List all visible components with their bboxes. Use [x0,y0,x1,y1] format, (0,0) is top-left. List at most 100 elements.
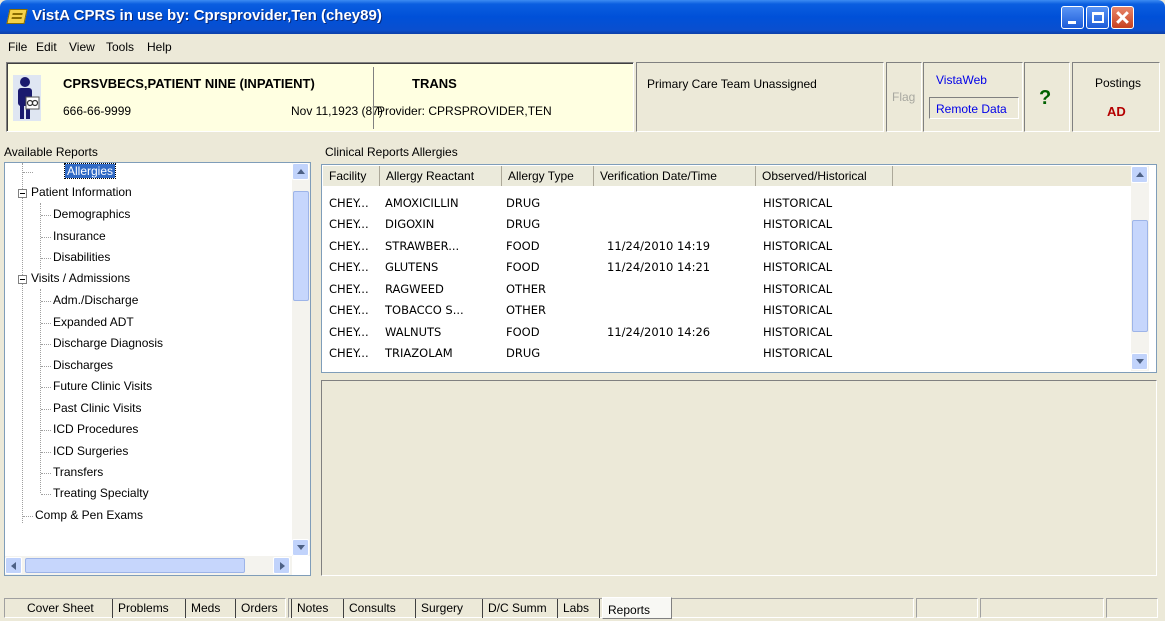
postings-button[interactable]: Postings AD [1072,62,1160,132]
tree-item-discharges[interactable]: Discharges [53,358,113,372]
tree-item-comp-pen-exams[interactable]: Comp & Pen Exams [35,508,143,522]
pane-splitter[interactable] [312,162,320,576]
scroll-right-button[interactable] [273,557,290,574]
cell-type: DRUG [506,346,541,360]
collapse-toggle[interactable] [18,275,27,284]
table-row[interactable]: CHEY... STRAWBER... FOOD 11/24/2010 14:1… [323,236,1131,257]
menu-help[interactable]: Help [147,40,172,54]
tree-item-past-clinic-visits[interactable]: Past Clinic Visits [53,401,141,415]
table-row[interactable]: CHEY... WALNUTS FOOD 11/24/2010 14:26 HI… [323,322,1131,343]
tree-item-insurance[interactable]: Insurance [53,229,106,243]
tree-item-discharge-diagnosis[interactable]: Discharge Diagnosis [53,336,163,350]
close-button[interactable] [1111,6,1134,29]
grid-header: Facility Allergy Reactant Allergy Type V… [323,166,1131,186]
patient-provider: Provider: CPRSPROVIDER,TEN [377,104,552,118]
cell-type: DRUG [506,217,541,231]
tree-line [40,203,41,269]
menu-file[interactable]: File [8,40,27,54]
tab-orders[interactable]: Orders [236,599,292,618]
grid-vertical-scrollbar[interactable] [1131,166,1149,371]
tree-item-transfers[interactable]: Transfers [53,465,103,479]
tree-item-demographics[interactable]: Demographics [53,207,130,221]
close-icon [1112,7,1133,28]
tree-item-adm-discharge[interactable]: Adm./Discharge [53,293,138,307]
column-header-allergy-type[interactable]: Allergy Type [502,166,594,186]
tab-labs[interactable]: Labs [558,599,600,618]
minimize-button[interactable] [1061,6,1084,29]
flag-button[interactable]: Flag [886,62,922,132]
tree-line [41,409,51,410]
tab-consults[interactable]: Consults [344,599,416,618]
column-header-allergy-reactant[interactable]: Allergy Reactant [380,166,502,186]
scroll-thumb[interactable] [293,191,309,301]
cell-observed: HISTORICAL [763,346,833,360]
tree-item-treating-specialty[interactable]: Treating Specialty [53,486,149,500]
help-button[interactable]: ? [1024,62,1070,132]
tab-problems[interactable]: Problems [113,599,186,618]
primary-care-panel[interactable]: Primary Care Team Unassigned [636,62,884,132]
table-row[interactable]: CHEY... TOBACCO S... OTHER HISTORICAL [323,300,1131,321]
tree-vertical-scrollbar[interactable] [292,163,310,556]
menu-view[interactable]: View [69,40,95,54]
cell-observed: HISTORICAL [763,239,833,253]
column-header-observed-historical[interactable]: Observed/Historical [756,166,893,186]
scroll-up-button[interactable] [292,163,309,180]
table-row[interactable]: CHEY... RAGWEED OTHER HISTORICAL [323,279,1131,300]
tree-line [41,387,51,388]
tree-item-allergies[interactable]: Allergies [63,163,117,179]
collapse-toggle[interactable] [18,189,27,198]
table-row[interactable]: CHEY... DIGOXIN DRUG HISTORICAL [323,214,1131,235]
chart-tabs: Cover Sheet Problems Meds Orders Notes C… [0,590,1165,621]
chevron-right-icon [280,562,285,570]
cell-observed: HISTORICAL [763,303,833,317]
patient-selector[interactable]: CPRSVBECS,PATIENT NINE (INPATIENT) 666-6… [6,62,634,132]
scroll-down-button[interactable] [292,539,309,556]
tab-notes[interactable]: Notes [292,599,344,618]
tree-item-visits-admissions[interactable]: Visits / Admissions [31,271,130,285]
tree-horizontal-scrollbar[interactable] [5,556,292,575]
scroll-down-button[interactable] [1131,353,1148,370]
scroll-up-button[interactable] [1131,166,1148,183]
tree-item-patient-information[interactable]: Patient Information [31,185,132,199]
cell-verified: 11/24/2010 14:19 [607,239,711,253]
column-header-verification-date[interactable]: Verification Date/Time [594,166,756,186]
help-icon: ? [1039,87,1052,109]
scroll-thumb[interactable] [25,558,245,573]
tree-item-disabilities[interactable]: Disabilities [53,250,110,264]
cell-reactant: GLUTENS [385,260,439,274]
tree-line [41,237,51,238]
vistaweb-link[interactable]: VistaWeb [936,73,987,87]
tree-line [22,163,23,523]
tree-item-future-clinic-visits[interactable]: Future Clinic Visits [53,379,152,393]
tree-item-expanded-adt[interactable]: Expanded ADT [53,315,134,329]
table-row[interactable]: CHEY... GLUTENS FOOD 11/24/2010 14:21 HI… [323,257,1131,278]
patient-name: CPRSVBECS,PATIENT NINE (INPATIENT) [63,76,315,91]
tree-item-icd-procedures[interactable]: ICD Procedures [53,422,138,436]
table-row[interactable]: CHEY... AMOXICILLIN DRUG HISTORICAL [323,193,1131,214]
report-detail-pane[interactable] [321,380,1157,576]
chevron-down-icon [1136,359,1144,364]
remote-data-button[interactable]: Remote Data [929,97,1019,119]
maximize-icon [1092,12,1104,23]
maximize-button[interactable] [1086,6,1109,29]
scroll-thumb[interactable] [1132,220,1148,332]
scroll-left-button[interactable] [5,557,22,574]
menu-tools[interactable]: Tools [106,40,134,54]
title-bar[interactable]: VistA CPRS in use by: Cprsprovider,Ten (… [0,0,1165,34]
menu-edit[interactable]: Edit [36,40,57,54]
tab-surgery[interactable]: Surgery [416,599,483,618]
tab-meds[interactable]: Meds [186,599,236,618]
cell-facility: CHEY... [329,239,369,253]
column-header-facility[interactable]: Facility [323,166,380,186]
tab-dc-summ[interactable]: D/C Summ [483,599,558,618]
cell-facility: CHEY... [329,217,369,231]
patient-dob: Nov 11,1923 (87) [291,104,383,118]
tree-item-icd-surgeries[interactable]: ICD Surgeries [53,444,128,458]
cell-type: FOOD [506,260,540,274]
tab-cover-sheet[interactable]: Cover Sheet [22,599,113,618]
tab-reports[interactable]: Reports [602,597,672,619]
cell-observed: HISTORICAL [763,325,833,339]
tree-line [23,172,33,173]
tree-item-label: Allergies [63,163,117,179]
table-row[interactable]: CHEY... TRIAZOLAM DRUG HISTORICAL [323,343,1131,364]
